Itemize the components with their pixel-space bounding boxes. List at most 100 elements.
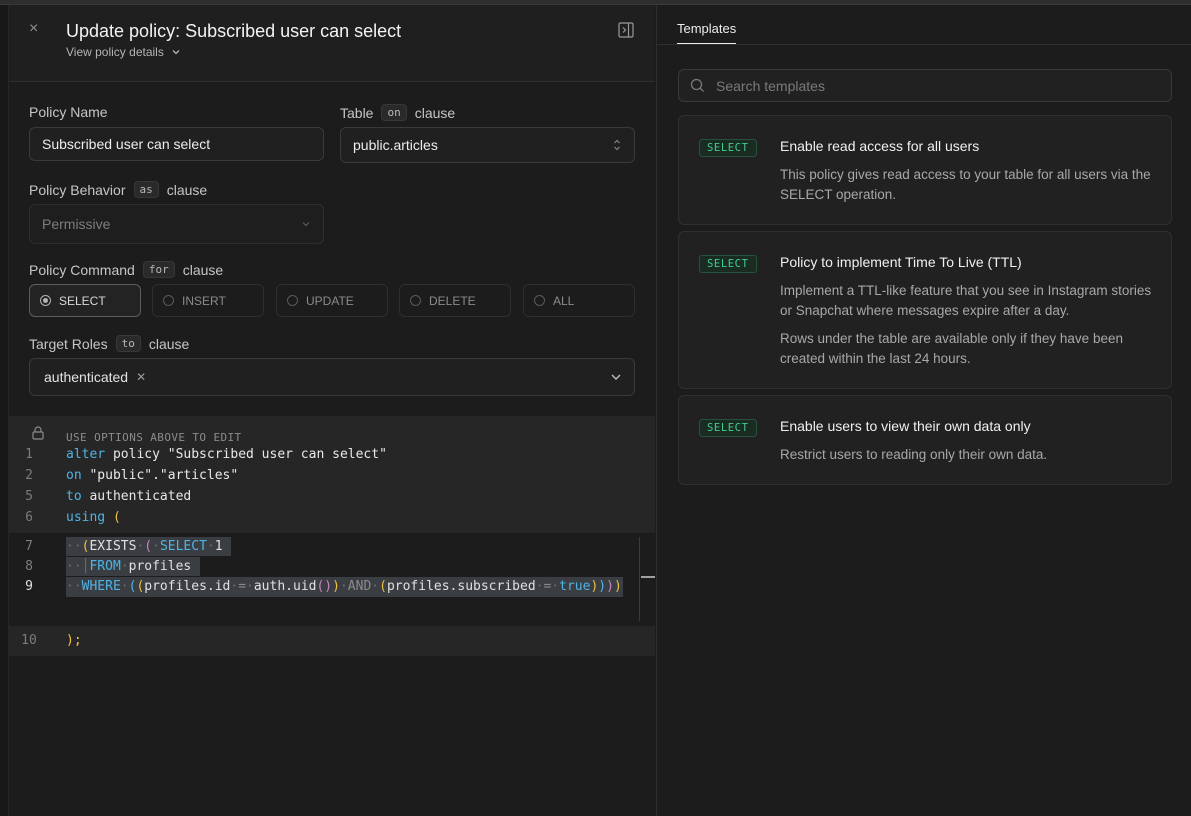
policy-behavior-label: Policy Behavior as clause (29, 181, 207, 198)
command-label: INSERT (182, 293, 226, 308)
command-select-radio[interactable]: SELECT (29, 284, 141, 317)
code-keyword: on (66, 468, 82, 483)
command-all-radio[interactable]: ALL (523, 284, 635, 317)
code-keyword: using (66, 510, 106, 525)
close-icon[interactable]: × (29, 19, 38, 39)
command-label: ALL (553, 293, 575, 308)
minimap-divider (639, 537, 640, 621)
role-chip: authenticated ✕ (44, 369, 146, 385)
chevron-down-icon (172, 50, 180, 55)
readonly-note: USE OPTIONS ABOVE TO EDIT (66, 431, 242, 444)
target-roles-label: Target Roles to clause (29, 335, 189, 352)
select-badge: SELECT (699, 255, 757, 273)
view-policy-details-button[interactable]: View policy details (66, 45, 181, 59)
command-delete-radio[interactable]: DELETE (399, 284, 511, 317)
command-label: UPDATE (306, 293, 354, 308)
code-line-9: ··WHERE·((profiles.id·=·auth.uid())·AND·… (66, 579, 622, 594)
code-keyword: alter (66, 447, 106, 462)
template-card[interactable]: SELECT Policy to implement Time To Live … (678, 231, 1172, 389)
templates-panel: Templates SELECT Enable read access for … (656, 5, 1191, 816)
target-roles-select[interactable]: authenticated ✕ (29, 358, 635, 396)
policy-editor-panel: × Update policy: Subscribed user can sel… (9, 5, 655, 816)
table-label: Table on clause (340, 104, 455, 121)
lock-icon (32, 426, 44, 440)
code-line-5: to authenticated (66, 486, 191, 507)
code-text: "public"."articles" (81, 468, 239, 483)
line-number: 1 (25, 447, 33, 462)
policy-name-value: Subscribed user can select (42, 136, 211, 152)
radio-icon (534, 295, 545, 306)
sql-editor[interactable]: USE OPTIONS ABOVE TO EDIT 1 alter policy… (9, 416, 655, 816)
tab-bar: Templates (657, 5, 1191, 45)
to-clause-kbd: to (115, 335, 141, 352)
code-line-2: on "public"."articles" (66, 465, 238, 486)
code-keyword: to (66, 489, 82, 504)
command-insert-radio[interactable]: INSERT (152, 284, 264, 317)
line-number: 9 (25, 579, 33, 594)
template-description: This policy gives read access to your ta… (780, 165, 1160, 205)
table-select[interactable]: public.articles (340, 127, 635, 163)
code-line-1: alter policy "Subscribed user can select… (66, 444, 387, 465)
policy-name-input[interactable]: Subscribed user can select (29, 127, 324, 161)
chevron-down-icon (302, 222, 310, 227)
search-templates-field[interactable] (678, 69, 1172, 102)
code-line-8: ··│FROM·profiles (66, 559, 192, 574)
table-clause-text: clause (414, 104, 456, 121)
policy-behavior-select[interactable]: Permissive (29, 204, 324, 244)
command-label: SELECT (59, 293, 106, 308)
radio-selected-icon (40, 295, 51, 306)
code-paren: ( (105, 510, 121, 525)
tab-templates[interactable]: Templates (677, 21, 737, 44)
template-description-text: Rows under the table are available only … (780, 331, 1123, 366)
table-value: public.articles (353, 137, 438, 153)
on-clause-kbd: on (381, 104, 407, 121)
code-line-6: using ( (66, 507, 121, 528)
chevron-down-icon (611, 374, 621, 380)
left-gutter (0, 5, 9, 816)
select-badge: SELECT (699, 139, 757, 157)
template-description: Implement a TTL-like feature that you se… (780, 281, 1160, 369)
command-clause-text: clause (182, 261, 224, 278)
policy-behavior-label-text: Policy Behavior (29, 181, 126, 198)
template-card[interactable]: SELECT Enable read access for all users … (678, 115, 1172, 225)
readonly-code-block: USE OPTIONS ABOVE TO EDIT 1 alter policy… (9, 416, 655, 533)
code-paren: ); (66, 633, 82, 648)
chevron-updown-icon (614, 139, 620, 151)
line-number: 5 (25, 489, 33, 504)
page-title: Update policy: Subscribed user can selec… (66, 21, 402, 41)
scroll-marker (641, 576, 655, 578)
radio-icon (410, 295, 421, 306)
template-description: Restrict users to reading only their own… (780, 445, 1160, 465)
template-title: Policy to implement Time To Live (TTL) (780, 254, 1022, 270)
search-icon (690, 78, 704, 92)
policy-command-label: Policy Command for clause (29, 261, 223, 278)
select-badge: SELECT (699, 419, 757, 437)
search-templates-input[interactable] (716, 77, 1156, 94)
template-description-text: Implement a TTL-like feature that you se… (780, 283, 1152, 318)
line-number: 8 (25, 559, 33, 574)
radio-icon (163, 295, 174, 306)
code-text: policy "Subscribed user can select" (105, 447, 387, 462)
line-number: 6 (25, 510, 33, 525)
template-card[interactable]: SELECT Enable users to view their own da… (678, 395, 1172, 485)
policy-name-label: Policy Name (29, 104, 108, 120)
panel-header: × Update policy: Subscribed user can sel… (9, 5, 655, 82)
template-description-text: Restrict users to reading only their own… (780, 447, 1048, 462)
line-number: 10 (21, 633, 37, 648)
remove-role-icon[interactable]: ✕ (136, 370, 146, 384)
line-number: 2 (25, 468, 33, 483)
policy-name-label-text: Policy Name (29, 104, 108, 120)
template-description-text: This policy gives read access to your ta… (780, 167, 1151, 202)
roles-clause-text: clause (148, 335, 190, 352)
as-clause-kbd: as (133, 181, 159, 198)
editable-code-block[interactable]: 7 8 9 ··(EXISTS·(·SELECT·1 ··│FROM·profi… (9, 533, 655, 625)
policy-command-label-text: Policy Command (29, 261, 135, 278)
radio-icon (287, 295, 298, 306)
policy-behavior-value: Permissive (42, 216, 111, 232)
for-clause-kbd: for (142, 261, 175, 278)
command-update-radio[interactable]: UPDATE (276, 284, 388, 317)
template-title: Enable users to view their own data only (780, 418, 1031, 434)
behavior-clause-text: clause (166, 181, 208, 198)
code-line-10: ); (66, 630, 82, 651)
toggle-panel-icon[interactable] (618, 22, 634, 38)
